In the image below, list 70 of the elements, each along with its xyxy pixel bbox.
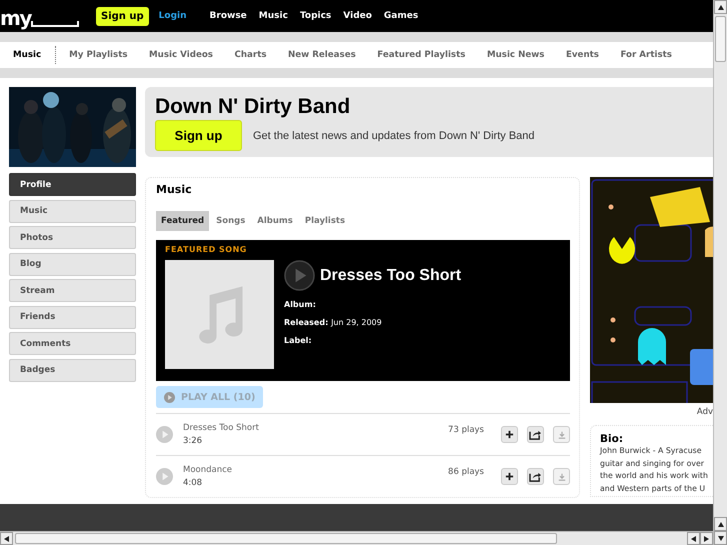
ad-caption: Adv: [696, 407, 713, 417]
scroll-left-icon[interactable]: [691, 536, 696, 542]
plus-icon: [505, 430, 514, 439]
music-tab[interactable]: Featured: [156, 211, 210, 231]
song-title[interactable]: Moondance: [183, 465, 448, 475]
sidebar-item[interactable]: Stream: [9, 279, 136, 302]
scroll-thumb[interactable]: [15, 533, 557, 544]
band-name: Down N' Dirty Band: [155, 94, 352, 120]
music-nav-tab[interactable]: Music News: [486, 50, 544, 60]
scroll-left-icon[interactable]: [4, 536, 9, 542]
tagline: Get the latest news and updates from Down N' Dirty Band: [253, 130, 535, 142]
vertical-scrollbar[interactable]: [713, 0, 727, 545]
music-tab[interactable]: Albums: [252, 211, 298, 231]
logo-underline-icon: [30, 21, 79, 27]
sidebar-item[interactable]: Friends: [9, 306, 136, 328]
panel-title: Music: [156, 182, 193, 198]
music-nav-tab[interactable]: For Artists: [620, 50, 672, 60]
featured-heading: FEATURED SONG: [165, 245, 248, 254]
music-nav-tab[interactable]: Charts: [234, 50, 267, 60]
music-nav-tab[interactable]: Music: [13, 50, 42, 60]
scroll-up-icon[interactable]: [718, 522, 724, 526]
song-duration: 3:26: [183, 436, 204, 446]
sidebar-item[interactable]: Profile: [9, 173, 136, 196]
top-nav-link[interactable]: Topics: [300, 11, 332, 21]
music-tab[interactable]: Playlists: [300, 211, 350, 231]
download-icon: [558, 472, 566, 480]
share-button[interactable]: [527, 468, 544, 485]
sidebar-item[interactable]: Music: [9, 200, 136, 222]
login-link[interactable]: Login: [158, 11, 187, 21]
album-label: Album:: [284, 300, 317, 309]
signup-button[interactable]: Sign up: [155, 120, 242, 151]
song-duration: 4:08: [183, 478, 204, 488]
released-label: Released:: [284, 318, 328, 327]
music-nav-tab[interactable]: New Releases: [288, 50, 356, 60]
music-tab[interactable]: Songs: [211, 211, 250, 231]
music-nav-tab[interactable]: My Playlists: [69, 50, 128, 60]
music-nav-tab[interactable]: Featured Playlists: [377, 50, 466, 60]
top-nav-link[interactable]: Browse: [210, 11, 247, 21]
share-button[interactable]: [527, 426, 544, 443]
play-count: 86 plays: [448, 467, 484, 477]
scroll-up-icon[interactable]: [718, 4, 724, 10]
play-icon[interactable]: [284, 260, 315, 291]
play-count: 73 plays: [448, 425, 484, 435]
logo[interactable]: my: [0, 8, 31, 28]
song-title[interactable]: Dresses Too Short: [183, 423, 448, 433]
top-nav-link[interactable]: Music: [258, 11, 288, 21]
scroll-thumb[interactable]: [715, 16, 726, 62]
share-icon: [529, 471, 542, 482]
bio-title: Bio:: [600, 433, 624, 445]
download-icon: [558, 430, 566, 438]
horizontal-scrollbar[interactable]: [0, 531, 713, 545]
music-nav-tab[interactable]: Music Videos: [149, 50, 213, 60]
song-title: Dresses Too Short: [320, 266, 462, 284]
scroll-down-icon[interactable]: [718, 536, 724, 540]
release-date: Jun 29, 2009: [331, 318, 382, 327]
scroll-right-icon[interactable]: [704, 536, 709, 542]
add-button[interactable]: [501, 426, 518, 443]
top-nav-link[interactable]: Video: [343, 11, 372, 21]
signup-button[interactable]: Sign up: [96, 6, 149, 26]
music-nav-tab[interactable]: Events: [566, 50, 599, 60]
top-nav-link[interactable]: Games: [384, 11, 418, 21]
play-icon: [164, 392, 175, 402]
sidebar-item[interactable]: Photos: [9, 226, 136, 249]
add-button[interactable]: [501, 468, 518, 485]
plus-icon: [505, 472, 514, 481]
sidebar-item[interactable]: Badges: [9, 358, 136, 382]
sidebar-item[interactable]: Blog: [9, 252, 136, 276]
share-icon: [529, 429, 542, 440]
record-label: Label:: [284, 336, 313, 345]
sidebar-item[interactable]: Comments: [9, 332, 136, 355]
